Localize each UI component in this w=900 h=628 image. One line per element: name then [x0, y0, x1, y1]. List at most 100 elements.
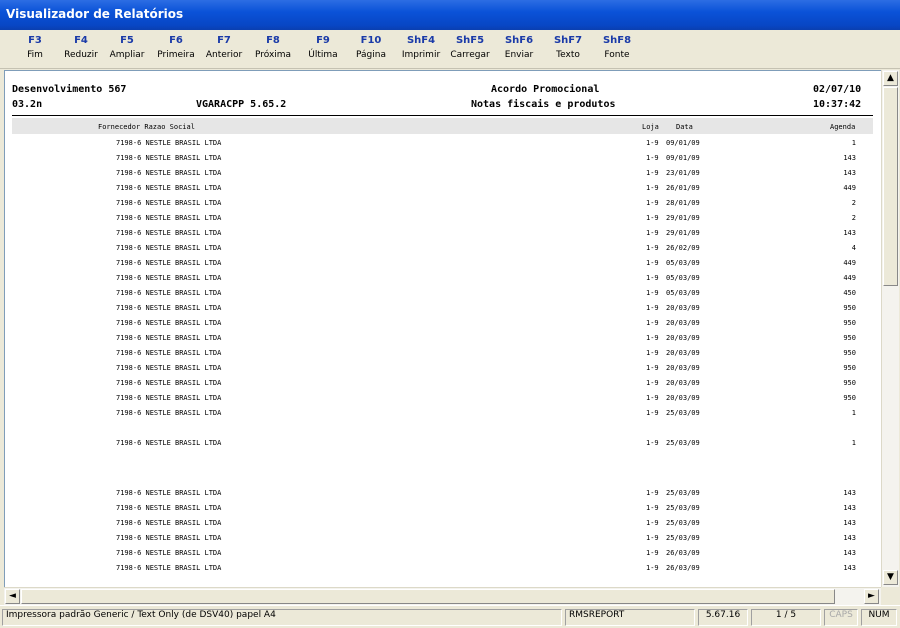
cell-agenda: 950: [843, 349, 856, 357]
table-row: 7198-6 NESTLE BRASIL LTDA 1-9 29/01/09 143: [5, 229, 875, 241]
cell-agenda: 950: [843, 364, 856, 372]
cell-agenda: 143: [843, 549, 856, 557]
cell-date: 05/03/09: [666, 289, 700, 297]
cell-date: 20/03/09: [666, 394, 700, 402]
cell-agenda: 143: [843, 519, 856, 527]
cell-agenda: 449: [843, 274, 856, 282]
table-row: 7198-6 NESTLE BRASIL LTDA 1-9 26/03/09 143: [5, 549, 875, 561]
scroll-right-icon[interactable]: ►: [864, 589, 879, 604]
cell-agenda: 4: [851, 244, 856, 252]
cell-store: 1-9: [646, 439, 659, 447]
cell-store: 1-9: [646, 349, 659, 357]
toolbar-key-label: ShF6: [504, 35, 534, 46]
scroll-left-icon[interactable]: ◄: [5, 589, 20, 604]
cell-store: 1-9: [646, 304, 659, 312]
table-row: 7198-6 NESTLE BRASIL LTDA 1-9 25/03/09 143: [5, 519, 875, 531]
cell-store: 1-9: [646, 334, 659, 342]
toolbar-button-reduzir[interactable]: F4 Reduzir: [58, 33, 104, 65]
cell-supplier: 7198-6 NESTLE BRASIL LTDA: [116, 199, 222, 207]
cell-date: 25/03/09: [666, 534, 700, 542]
cell-store: 1-9: [646, 139, 659, 147]
toolbar-button-anterior[interactable]: F7 Anterior: [201, 33, 247, 65]
vertical-scroll-thumb[interactable]: [883, 87, 898, 286]
cell-supplier: 7198-6 NESTLE BRASIL LTDA: [116, 229, 222, 237]
toolbar-key-label: F8: [266, 35, 280, 46]
cell-agenda: 2: [851, 214, 856, 222]
table-row: 7198-6 NESTLE BRASIL LTDA 1-9 23/01/09 143: [5, 169, 875, 181]
toolbar-key-label: F4: [74, 35, 88, 46]
cell-agenda: 1: [851, 409, 856, 417]
cell-date: 20/03/09: [666, 379, 700, 387]
vertical-scrollbar[interactable]: ▲ ▼: [881, 70, 899, 587]
toolbar-key-label: ShF4: [406, 35, 436, 46]
toolbar-action-label: Primeira: [157, 50, 195, 60]
report-code: 03.2n: [12, 99, 43, 110]
cell-store: 1-9: [646, 564, 659, 572]
cell-supplier: 7198-6 NESTLE BRASIL LTDA: [116, 169, 222, 177]
report-page[interactable]: Desenvolvimento 567 03.2n VGARACPP 5.65.…: [4, 70, 883, 589]
cell-store: 1-9: [646, 549, 659, 557]
toolbar-button-ampliar[interactable]: F5 Ampliar: [104, 33, 150, 65]
cell-supplier: 7198-6 NESTLE BRASIL LTDA: [116, 289, 222, 297]
report-company: Desenvolvimento 567: [12, 84, 127, 95]
toolbar-button-carregar[interactable]: ShF5 Carregar: [447, 33, 493, 65]
toolbar-button-pagina[interactable]: F10 Página: [348, 33, 394, 65]
cell-agenda: 143: [843, 229, 856, 237]
report-subtitle: Notas fiscais e produtos: [471, 99, 616, 110]
report-title: Acordo Promocional: [491, 84, 600, 95]
table-row: 7198-6 NESTLE BRASIL LTDA 1-9 09/01/09 1: [5, 139, 875, 151]
toolbar-button-texto[interactable]: ShF7 Texto: [545, 33, 591, 65]
toolbar-action-label: Página: [356, 50, 386, 60]
toolbar-button-ultima[interactable]: F9 Última: [300, 33, 346, 65]
cell-agenda: 950: [843, 319, 856, 327]
toolbar-button-enviar[interactable]: ShF6 Enviar: [496, 33, 542, 65]
toolbar-action-label: Última: [308, 50, 338, 60]
cell-store: 1-9: [646, 229, 659, 237]
cell-supplier: 7198-6 NESTLE BRASIL LTDA: [116, 489, 222, 497]
cell-supplier: 7198-6 NESTLE BRASIL LTDA: [116, 349, 222, 357]
toolbar-key-label: ShF5: [455, 35, 485, 46]
toolbar-button-fonte[interactable]: ShF8 Fonte: [594, 33, 640, 65]
cell-store: 1-9: [646, 409, 659, 417]
table-row: 7198-6 NESTLE BRASIL LTDA 1-9 20/03/09 950: [5, 319, 875, 331]
toolbar-button-primeira[interactable]: F6 Primeira: [153, 33, 199, 65]
horizontal-scrollbar[interactable]: ◄ ►: [4, 587, 881, 605]
cell-agenda: 950: [843, 379, 856, 387]
toolbar-button-proxima[interactable]: F8 Próxima: [250, 33, 296, 65]
cell-store: 1-9: [646, 274, 659, 282]
cell-date: 20/03/09: [666, 304, 700, 312]
toolbar-action-label: Texto: [556, 50, 580, 60]
toolbar: F3 Fim F4 Reduzir F5 Ampliar F6 Primeira F7 Anter…: [0, 30, 900, 69]
cell-agenda: 143: [843, 169, 856, 177]
col-store-header: Loja: [642, 123, 659, 131]
cell-date: 05/03/09: [666, 274, 700, 282]
table-row: 7198-6 NESTLE BRASIL LTDA 1-9 20/03/09 950: [5, 349, 875, 361]
toolbar-key-label: F3: [28, 35, 42, 46]
cell-store: 1-9: [646, 214, 659, 222]
toolbar-button-imprimir[interactable]: ShF4 Imprimir: [398, 33, 444, 65]
cell-supplier: 7198-6 NESTLE BRASIL LTDA: [116, 319, 222, 327]
table-row: 7198-6 NESTLE BRASIL LTDA 1-9 20/03/09 950: [5, 304, 875, 316]
col-agenda-header: Agenda: [830, 123, 856, 131]
toolbar-button-fim[interactable]: F3 Fim: [12, 33, 58, 65]
cell-supplier: 7198-6 NESTLE BRASIL LTDA: [116, 564, 222, 572]
scroll-down-icon[interactable]: ▼: [883, 570, 898, 585]
cell-supplier: 7198-6 NESTLE BRASIL LTDA: [116, 409, 222, 417]
cell-store: 1-9: [646, 519, 659, 527]
cell-store: 1-9: [646, 379, 659, 387]
cell-supplier: 7198-6 NESTLE BRASIL LTDA: [116, 184, 222, 192]
cell-supplier: 7198-6 NESTLE BRASIL LTDA: [116, 139, 222, 147]
horizontal-scroll-thumb[interactable]: [21, 589, 835, 604]
toolbar-action-label: Enviar: [504, 50, 534, 60]
toolbar-key-label: F6: [169, 35, 183, 46]
toolbar-key-label: F10: [360, 35, 382, 46]
table-row: 7198-6 NESTLE BRASIL LTDA 1-9 25/03/09 143: [5, 489, 875, 501]
scroll-up-icon[interactable]: ▲: [883, 71, 898, 86]
cell-supplier: 7198-6 NESTLE BRASIL LTDA: [116, 154, 222, 162]
table-row: 7198-6 NESTLE BRASIL LTDA 1-9 20/03/09 950: [5, 379, 875, 391]
cell-supplier: 7198-6 NESTLE BRASIL LTDA: [116, 394, 222, 402]
cell-supplier: 7198-6 NESTLE BRASIL LTDA: [116, 304, 222, 312]
cell-agenda: 450: [843, 289, 856, 297]
cell-supplier: 7198-6 NESTLE BRASIL LTDA: [116, 534, 222, 542]
cell-date: 25/03/09: [666, 439, 700, 447]
